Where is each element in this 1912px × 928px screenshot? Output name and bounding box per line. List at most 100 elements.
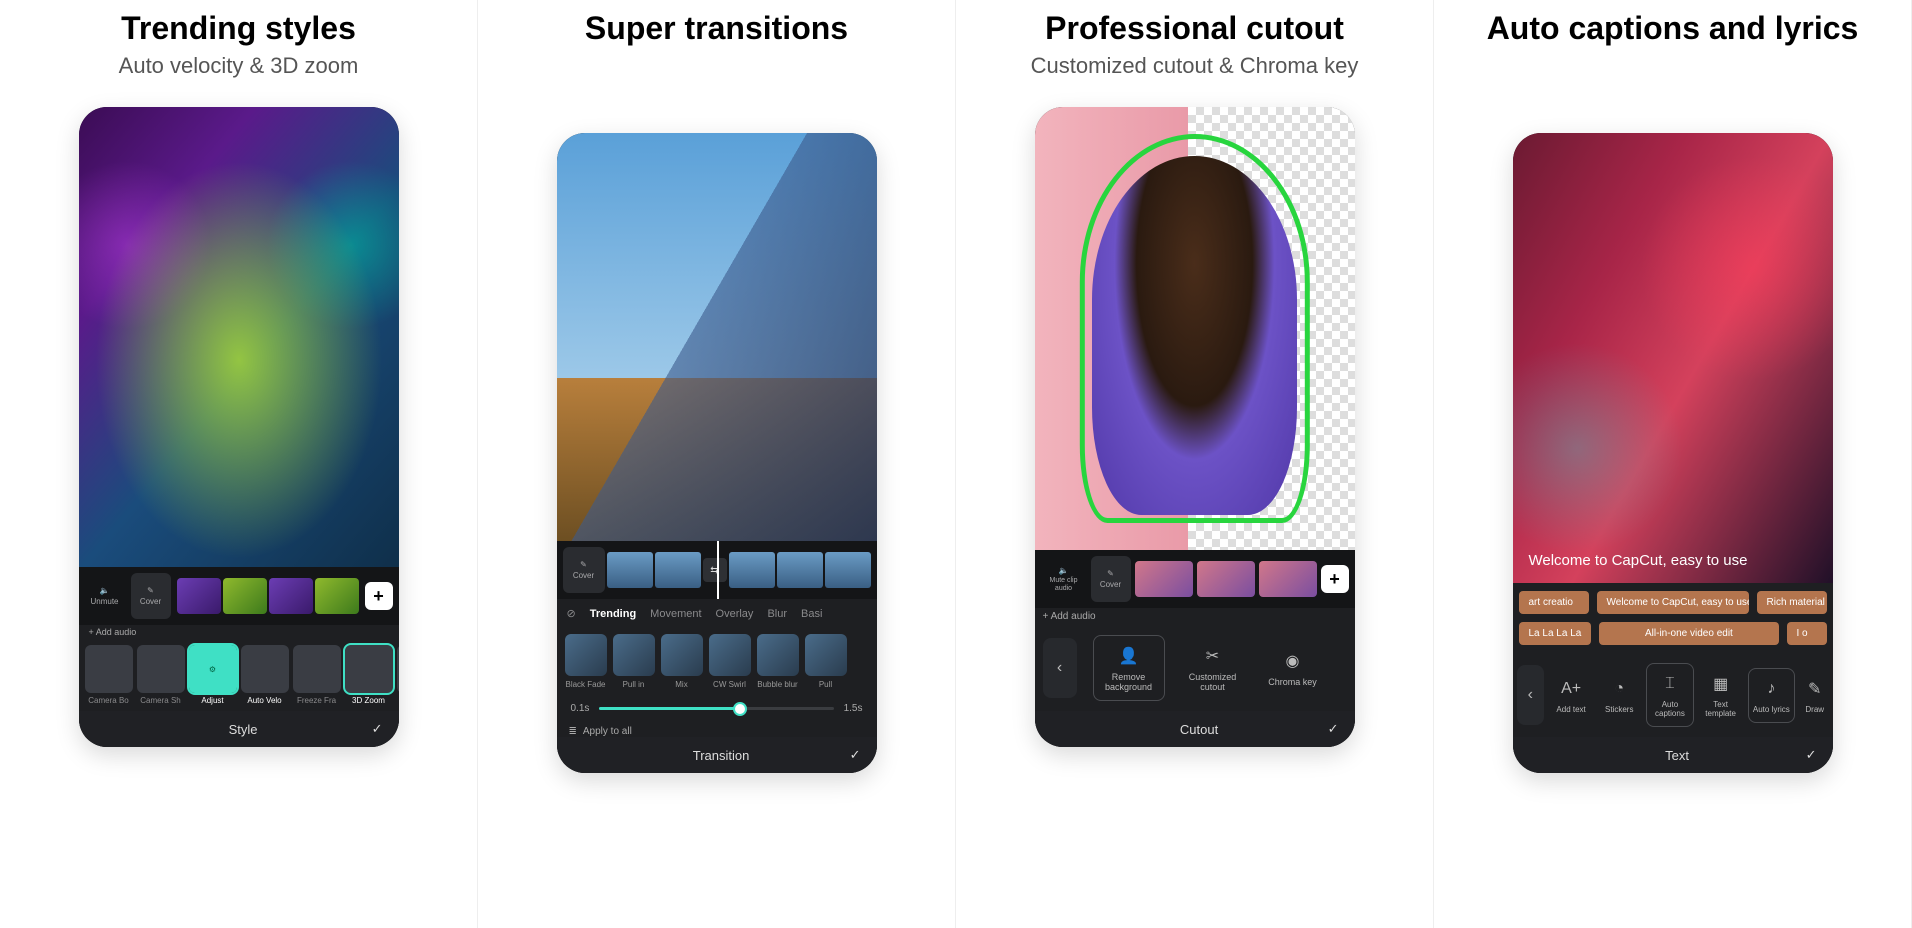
timeline-clip[interactable] bbox=[1259, 561, 1317, 597]
tool-label: Remove background bbox=[1098, 672, 1160, 692]
duration-slider[interactable] bbox=[599, 707, 833, 710]
video-preview[interactable] bbox=[1035, 107, 1355, 550]
panel-trending-styles: Trending styles Auto velocity & 3D zoom … bbox=[0, 0, 478, 928]
tool-stickers[interactable]: ◔Stickers bbox=[1598, 677, 1640, 714]
caption-clip[interactable]: Welcome to CapCut, easy to use bbox=[1597, 591, 1749, 614]
tab-basic[interactable]: Basi bbox=[801, 608, 822, 620]
add-clip-button[interactable]: + bbox=[1321, 565, 1349, 593]
bottom-bar: Text ✓ bbox=[1513, 737, 1833, 773]
caption-clip[interactable]: art creatio bbox=[1519, 591, 1589, 614]
text-icon: A+ bbox=[1561, 680, 1581, 698]
stack-icon: ≣ bbox=[569, 726, 577, 737]
template-icon: ▦ bbox=[1713, 674, 1728, 694]
text-tools: ‹ A+Add text ◔Stickers ⌶Auto captions ▦ T… bbox=[1513, 653, 1833, 737]
style-item-adjust[interactable]: ⚙Adjust bbox=[189, 645, 237, 705]
mode-label: Cutout bbox=[1071, 722, 1328, 737]
timeline-clip[interactable] bbox=[607, 552, 653, 588]
lyric-clip[interactable]: La La La La bbox=[1519, 622, 1592, 645]
back-button[interactable]: ‹ bbox=[1043, 638, 1077, 698]
tool-chroma-key[interactable]: ◉ Chroma key bbox=[1261, 649, 1325, 687]
preset-label: CW Swirl bbox=[713, 680, 746, 689]
tool-text-template[interactable]: ▦ Text template bbox=[1700, 672, 1742, 718]
confirm-icon[interactable]: ✓ bbox=[1806, 747, 1817, 763]
preset-label: Mix bbox=[675, 680, 687, 689]
preset-pull[interactable]: Pull bbox=[805, 634, 847, 689]
unmute-button[interactable]: 🔈 Unmute bbox=[85, 573, 125, 619]
confirm-icon[interactable]: ✓ bbox=[372, 721, 383, 737]
add-audio-button[interactable]: + Add audio bbox=[1035, 608, 1355, 625]
tool-add-text[interactable]: A+Add text bbox=[1550, 677, 1592, 714]
timeline-row[interactable]: ✎ Cover ⇆ bbox=[557, 541, 877, 599]
timeline-clip[interactable] bbox=[777, 552, 823, 588]
preset-pull-in[interactable]: Pull in bbox=[613, 634, 655, 689]
bottom-bar: Transition ✓ bbox=[557, 737, 877, 773]
preset-bubble-blur[interactable]: Bubble blur bbox=[757, 634, 799, 689]
timeline-clip[interactable] bbox=[729, 552, 775, 588]
tool-label: Draw bbox=[1805, 705, 1824, 714]
caption-track: art creatio Welcome to CapCut, easy to u… bbox=[1513, 583, 1833, 653]
style-item-photo-pu[interactable]: Photo Pu bbox=[397, 645, 399, 705]
tool-auto-captions[interactable]: ⌶Auto captions bbox=[1646, 663, 1693, 727]
caption-clip[interactable]: Rich material bbox=[1757, 591, 1827, 614]
style-label: Camera Bo bbox=[88, 696, 128, 705]
tool-remove-background[interactable]: 👤 Remove background bbox=[1093, 635, 1165, 701]
timeline-clip[interactable] bbox=[269, 578, 313, 614]
add-clip-button[interactable]: + bbox=[365, 582, 393, 610]
transition-marker[interactable]: ⇆ bbox=[703, 558, 727, 582]
apply-all-row[interactable]: ≣ Apply to all bbox=[557, 722, 877, 737]
tab-blur[interactable]: Blur bbox=[767, 608, 787, 620]
cover-button[interactable]: ✎ Cover bbox=[1091, 556, 1131, 602]
timeline-clip[interactable] bbox=[1197, 561, 1255, 597]
speaker-icon: 🔈 bbox=[100, 586, 110, 595]
style-item-3d-zoom[interactable]: 3D Zoom bbox=[345, 645, 393, 705]
tool-auto-lyrics[interactable]: ♪Auto lyrics bbox=[1748, 668, 1795, 723]
tab-trending[interactable]: Trending bbox=[590, 608, 636, 620]
tab-overlay[interactable]: Overlay bbox=[716, 608, 754, 620]
style-item-camera-bo[interactable]: Camera Bo bbox=[85, 645, 133, 705]
tab-movement[interactable]: Movement bbox=[650, 608, 701, 620]
phone-screenshot-2: ✎ Cover ⇆ ⊘ Trending Movement Overlay Bl… bbox=[557, 133, 877, 773]
tool-customized-cutout[interactable]: ✂ Customized cutout bbox=[1181, 644, 1245, 692]
playhead[interactable] bbox=[717, 541, 719, 599]
chevron-left-icon: ‹ bbox=[1057, 659, 1062, 677]
video-preview[interactable] bbox=[557, 133, 877, 541]
none-icon[interactable]: ⊘ bbox=[567, 607, 576, 620]
mute-clip-button[interactable]: 🔈 Mute clip audio bbox=[1041, 556, 1087, 602]
panel-title: Trending styles bbox=[121, 10, 356, 47]
timeline-clip[interactable] bbox=[1135, 561, 1193, 597]
timeline-clip[interactable] bbox=[223, 578, 267, 614]
preset-mix[interactable]: Mix bbox=[661, 634, 703, 689]
tool-label: Stickers bbox=[1605, 705, 1633, 714]
timeline-clip[interactable] bbox=[177, 578, 221, 614]
timeline-clip[interactable] bbox=[825, 552, 871, 588]
sliders-icon: ⚙ bbox=[209, 665, 216, 674]
lyric-clip[interactable]: I o bbox=[1787, 622, 1827, 645]
tool-label: Auto lyrics bbox=[1753, 705, 1790, 714]
confirm-icon[interactable]: ✓ bbox=[850, 747, 861, 763]
confirm-icon[interactable]: ✓ bbox=[1328, 721, 1339, 737]
style-item-camera-sh[interactable]: Camera Sh bbox=[137, 645, 185, 705]
style-item-auto-velocity[interactable]: Auto Velo bbox=[241, 645, 289, 705]
timeline-row[interactable]: 🔈 Mute clip audio ✎ Cover + bbox=[1035, 550, 1355, 608]
style-item-freeze-frame[interactable]: Freeze Fra bbox=[293, 645, 341, 705]
slider-knob[interactable] bbox=[733, 702, 747, 716]
video-preview[interactable]: Welcome to CapCut, easy to use bbox=[1513, 133, 1833, 583]
timeline-clip[interactable] bbox=[315, 578, 359, 614]
preset-label: Bubble blur bbox=[757, 680, 797, 689]
tool-label: Text template bbox=[1700, 700, 1742, 718]
preset-cw-swirl[interactable]: CW Swirl bbox=[709, 634, 751, 689]
tool-draw[interactable]: ✎Draw bbox=[1801, 677, 1829, 714]
mute-label: Mute clip audio bbox=[1041, 577, 1087, 592]
video-preview[interactable] bbox=[79, 107, 399, 567]
panel-super-transitions: Super transitions ✎ Cover ⇆ ⊘ Trending bbox=[478, 0, 956, 928]
cover-label: Cover bbox=[573, 571, 594, 580]
captions-icon: ⌶ bbox=[1665, 675, 1675, 693]
lyric-clip[interactable]: All-in-one video edit bbox=[1599, 622, 1778, 645]
preset-black-fade[interactable]: Black Fade bbox=[565, 634, 607, 689]
cover-button[interactable]: ✎ Cover bbox=[131, 573, 171, 619]
add-audio-button[interactable]: + Add audio bbox=[79, 625, 399, 639]
timeline-clip[interactable] bbox=[655, 552, 701, 588]
cover-button[interactable]: ✎ Cover bbox=[563, 547, 605, 593]
back-button[interactable]: ‹ bbox=[1517, 665, 1545, 725]
clip-track[interactable] bbox=[177, 578, 359, 614]
